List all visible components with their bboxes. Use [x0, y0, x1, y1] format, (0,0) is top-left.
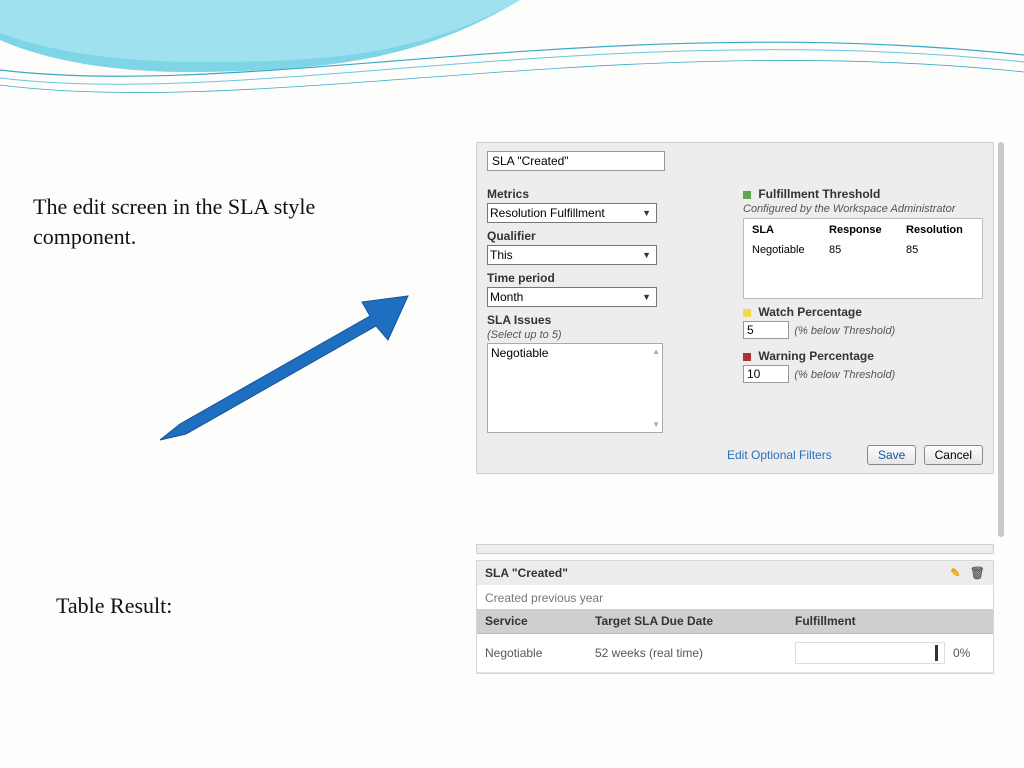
- th-sla: SLA: [746, 221, 821, 239]
- yellow-swatch-icon: [743, 309, 751, 317]
- cell-reso: 85: [900, 241, 980, 296]
- sla-issues-value: Negotiable: [491, 346, 659, 360]
- cell-sla: Negotiable: [746, 241, 821, 296]
- watch-input[interactable]: [743, 321, 789, 339]
- sla-issues-label: SLA Issues: [487, 313, 721, 327]
- watch-label: Watch Percentage: [743, 305, 983, 319]
- scrollbar[interactable]: [998, 142, 1004, 537]
- save-button[interactable]: Save: [867, 445, 916, 465]
- cancel-button[interactable]: Cancel: [924, 445, 983, 465]
- th-response: Response: [823, 221, 898, 239]
- th-service: Service: [477, 609, 587, 634]
- fulfillment-bar: [795, 642, 945, 664]
- time-period-select[interactable]: Month ▼: [487, 287, 657, 307]
- sla-issues-listbox[interactable]: Negotiable ▲ ▼: [487, 343, 663, 433]
- watch-hint: (% below Threshold): [794, 325, 895, 337]
- scroll-up-icon: ▲: [652, 347, 660, 356]
- delete-icon[interactable]: 🗑: [970, 566, 985, 580]
- red-swatch-icon: [743, 353, 751, 361]
- warning-text: Warning Percentage: [758, 349, 874, 363]
- qualifier-value: This: [490, 248, 513, 262]
- caption-table-result: Table Result:: [56, 593, 172, 619]
- scroll-down-icon: ▼: [652, 420, 660, 429]
- edit-optional-filters-link[interactable]: Edit Optional Filters: [727, 448, 832, 462]
- cell-resp: 85: [823, 241, 898, 296]
- th-resolution: Resolution: [900, 221, 980, 239]
- green-swatch-icon: [743, 191, 751, 199]
- chevron-down-icon: ▼: [642, 208, 651, 218]
- result-table: Service Target SLA Due Date Fulfillment …: [477, 609, 993, 673]
- table-row: Negotiable 52 weeks (real time) 0%: [477, 634, 993, 673]
- component-title-input[interactable]: [487, 151, 665, 171]
- cell-target: 52 weeks (real time): [587, 634, 787, 673]
- arrow-graphic: [150, 290, 410, 450]
- threshold-table: SLA Response Resolution Negotiable 85 85: [743, 218, 983, 299]
- sla-edit-panel: Metrics Resolution Fulfillment ▼ Qualifi…: [476, 142, 994, 474]
- time-period-value: Month: [490, 290, 523, 304]
- th-fulfillment: Fulfillment: [787, 609, 993, 634]
- fulfillment-hint: Configured by the Workspace Administrato…: [743, 203, 983, 215]
- time-period-label: Time period: [487, 271, 721, 285]
- warning-label: Warning Percentage: [743, 349, 983, 363]
- header-swoosh: [0, 0, 1024, 120]
- metrics-select[interactable]: Resolution Fulfillment ▼: [487, 203, 657, 223]
- result-title: SLA "Created": [485, 566, 568, 580]
- metrics-value: Resolution Fulfillment: [490, 206, 605, 220]
- bar-tick: [935, 645, 938, 661]
- qualifier-select[interactable]: This ▼: [487, 245, 657, 265]
- fulfillment-threshold-text: Fulfillment Threshold: [758, 187, 880, 201]
- chevron-down-icon: ▼: [642, 292, 651, 302]
- edit-icon[interactable]: ✎: [950, 566, 960, 580]
- result-subtitle: Created previous year: [477, 585, 993, 609]
- warning-input[interactable]: [743, 365, 789, 383]
- panel-divider: [476, 544, 994, 554]
- th-target: Target SLA Due Date: [587, 609, 787, 634]
- metrics-label: Metrics: [487, 187, 721, 201]
- fulfillment-value: 0%: [953, 646, 970, 660]
- caption-edit-screen: The edit screen in the SLA style compone…: [33, 192, 333, 251]
- warning-hint: (% below Threshold): [794, 369, 895, 381]
- sla-result-panel: SLA "Created" ✎ 🗑 Created previous year …: [476, 560, 994, 674]
- table-row: Negotiable 85 85: [746, 241, 980, 296]
- sla-issues-hint: (Select up to 5): [487, 329, 721, 341]
- fulfillment-threshold-label: Fulfillment Threshold: [743, 187, 983, 201]
- cell-service: Negotiable: [477, 634, 587, 673]
- qualifier-label: Qualifier: [487, 229, 721, 243]
- chevron-down-icon: ▼: [642, 250, 651, 260]
- watch-text: Watch Percentage: [758, 305, 862, 319]
